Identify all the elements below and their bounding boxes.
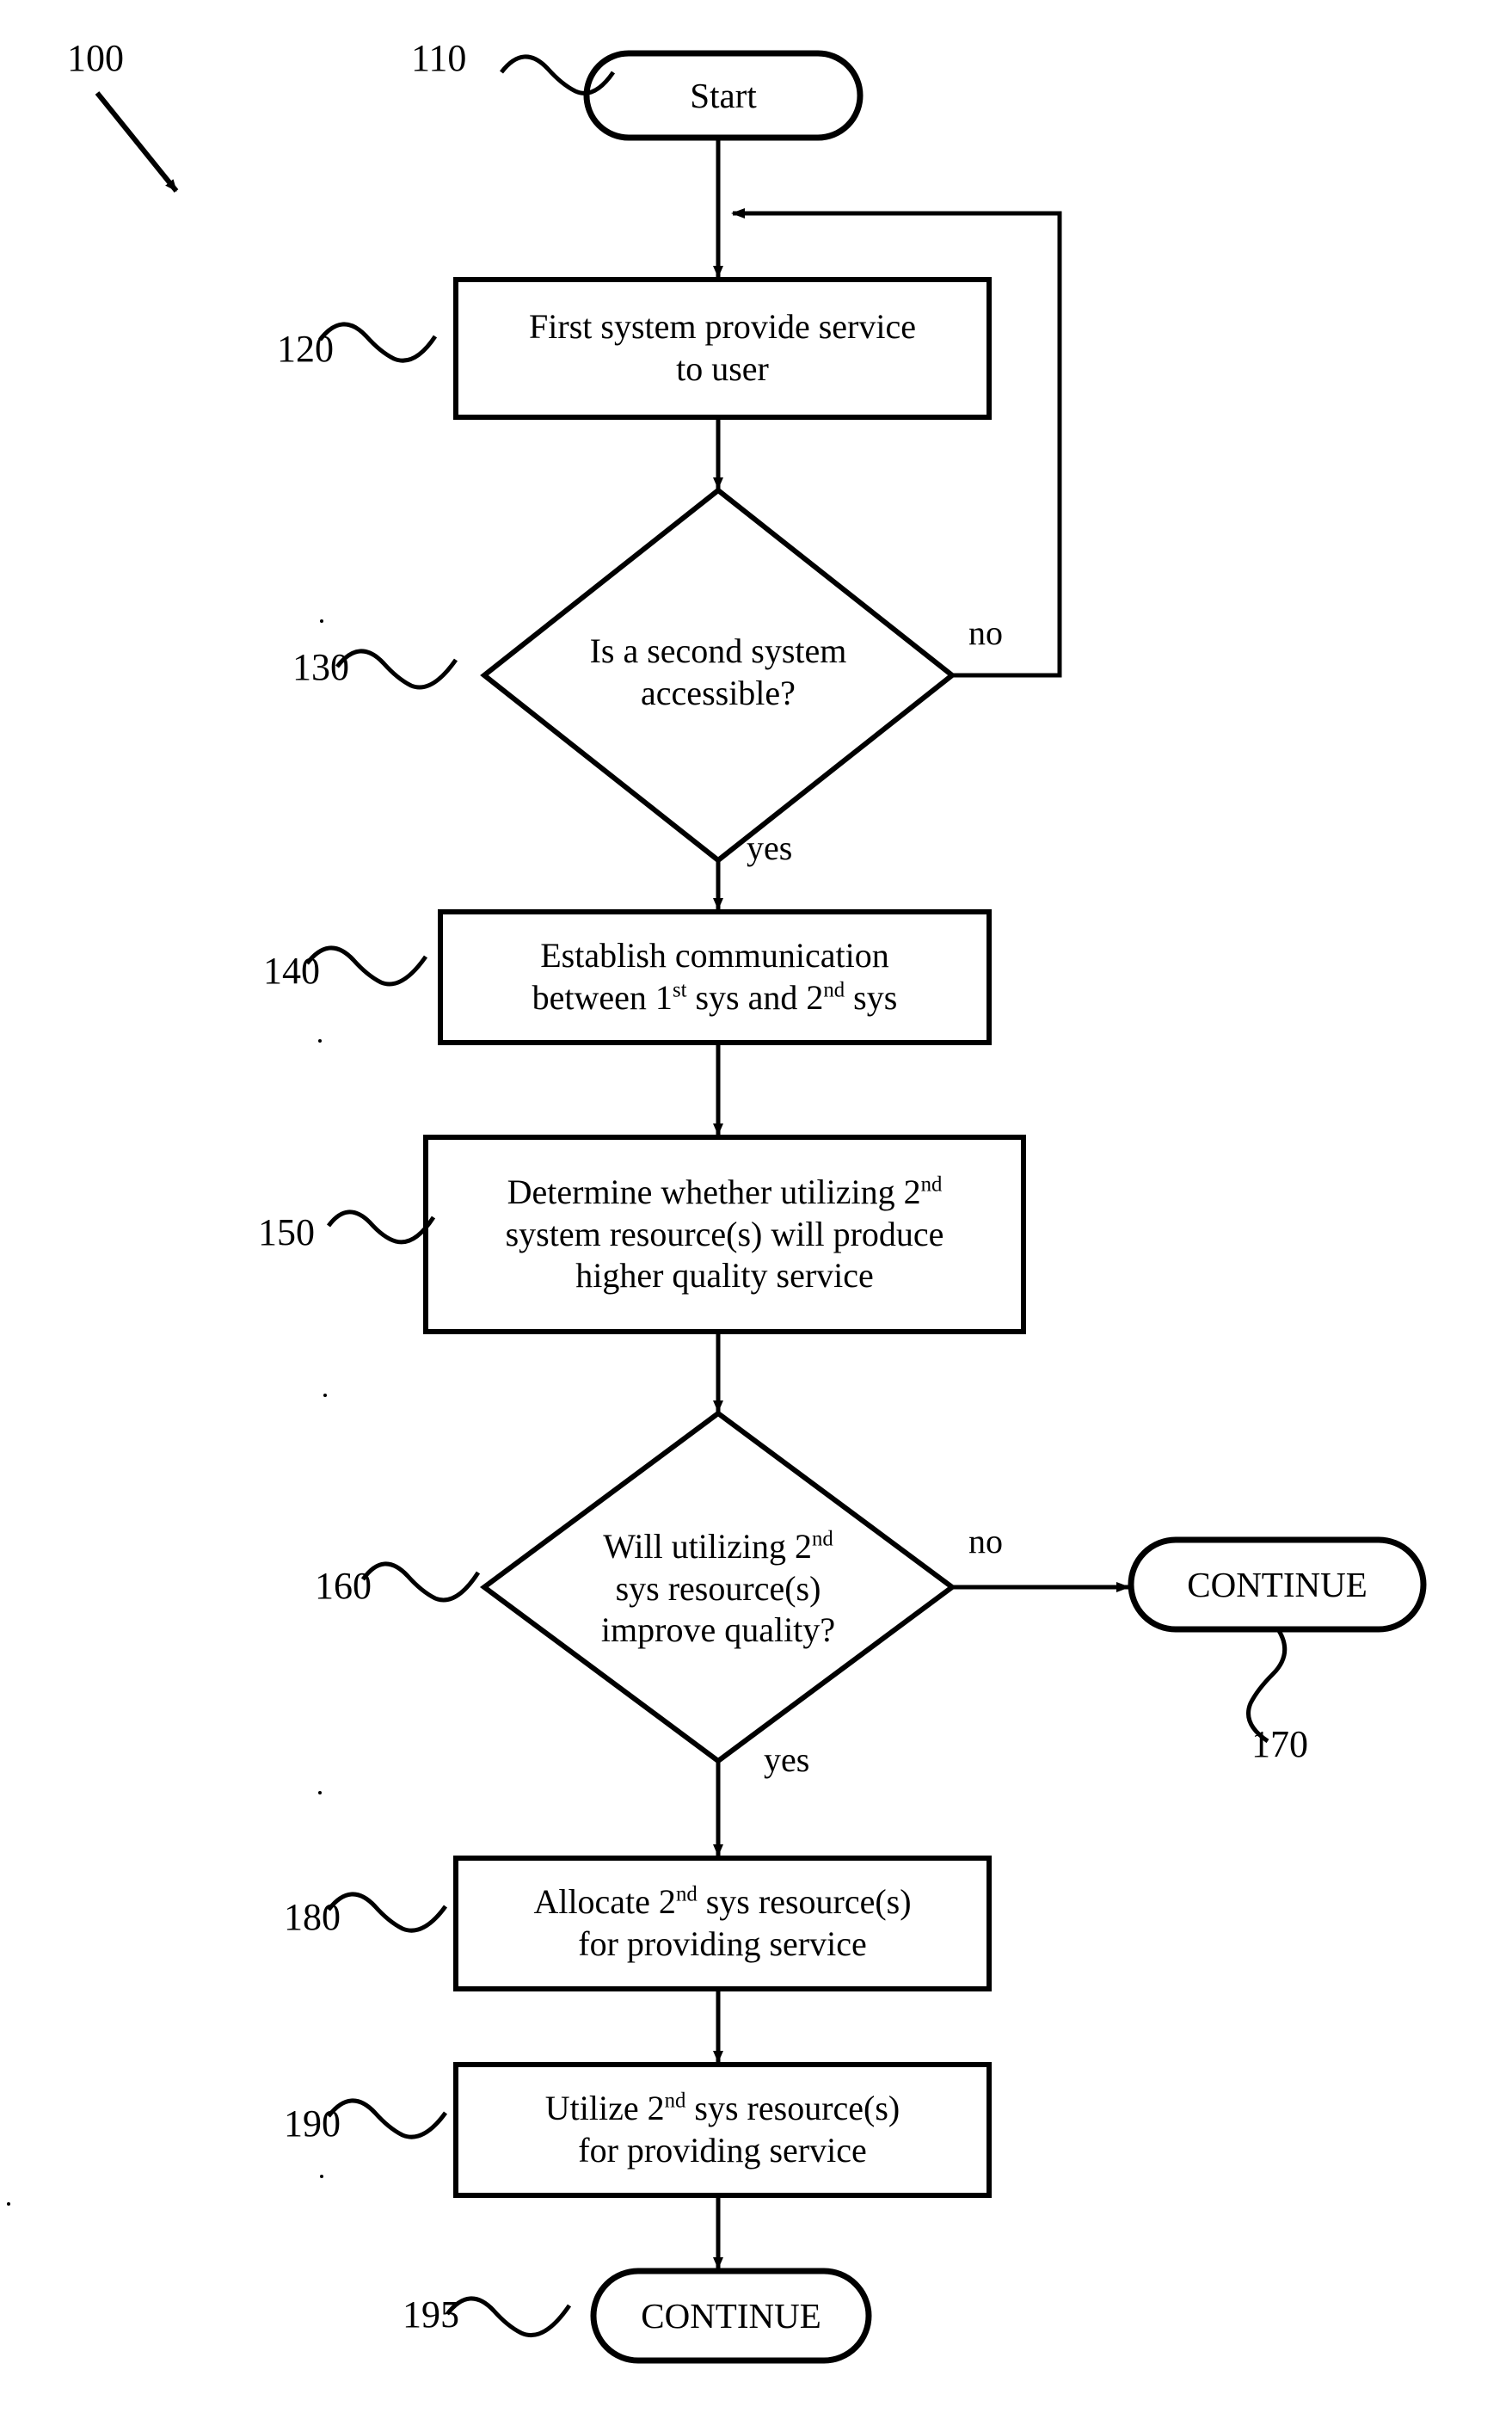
ref-number-130: 130 (292, 646, 349, 688)
ref-number-110: 110 (411, 37, 467, 79)
leader-195 (446, 2296, 572, 2338)
scan-speck (320, 2175, 323, 2178)
leader-180 (327, 1892, 448, 1933)
scan-speck (7, 2202, 10, 2206)
ref-number-150: 150 (258, 1211, 315, 1253)
node-shape-first-system-provide-service (453, 277, 992, 420)
edge-label-130-yes: yes (747, 828, 793, 867)
node-shape-utilize-resources (453, 2062, 992, 2198)
node-shape-is-second-system-accessible (480, 487, 956, 864)
leader-120 (318, 322, 438, 363)
node-shape-start (583, 50, 864, 141)
leader-150 (326, 1210, 436, 1245)
scan-speck (318, 1791, 322, 1794)
leader-130 (335, 649, 458, 690)
figure-ref-number: 100 (67, 37, 124, 79)
edge-label-160-yes: yes (764, 1740, 810, 1779)
ref-number-170: 170 (1251, 1723, 1308, 1765)
ref-number-160: 160 (315, 1565, 372, 1607)
leader-140 (305, 945, 428, 987)
node-shape-allocate-resources (453, 1856, 992, 1991)
leader-160 (360, 1561, 481, 1603)
node-shape-determine-higher-quality (423, 1135, 1026, 1334)
figure-ref-arrow (95, 91, 179, 193)
leader-110 (500, 54, 616, 95)
scan-speck (320, 619, 323, 623)
leader-190 (327, 2098, 448, 2139)
edge-label-160-no: no (968, 1522, 1003, 1560)
node-shape-continue-no-branch (1128, 1536, 1427, 1633)
flowchart-vector-layer (95, 50, 1427, 2364)
node-shape-establish-communication (438, 909, 992, 1045)
scan-speck (323, 1394, 327, 1397)
scan-speck (318, 1039, 322, 1043)
ref-number-120: 120 (277, 328, 334, 370)
figure-canvas: 100 110 Start 120 First system provide s… (0, 0, 1512, 2419)
ref-number-180: 180 (284, 1896, 341, 1938)
ref-number-195: 195 (403, 2293, 459, 2336)
ref-number-140: 140 (263, 950, 320, 992)
node-shape-will-improve-quality (479, 1410, 957, 1764)
connector-130-no-loopback (731, 208, 1062, 678)
edge-label-130-no: no (968, 613, 1003, 652)
ref-number-190: 190 (284, 2102, 341, 2145)
node-shape-continue-end (590, 2268, 872, 2364)
